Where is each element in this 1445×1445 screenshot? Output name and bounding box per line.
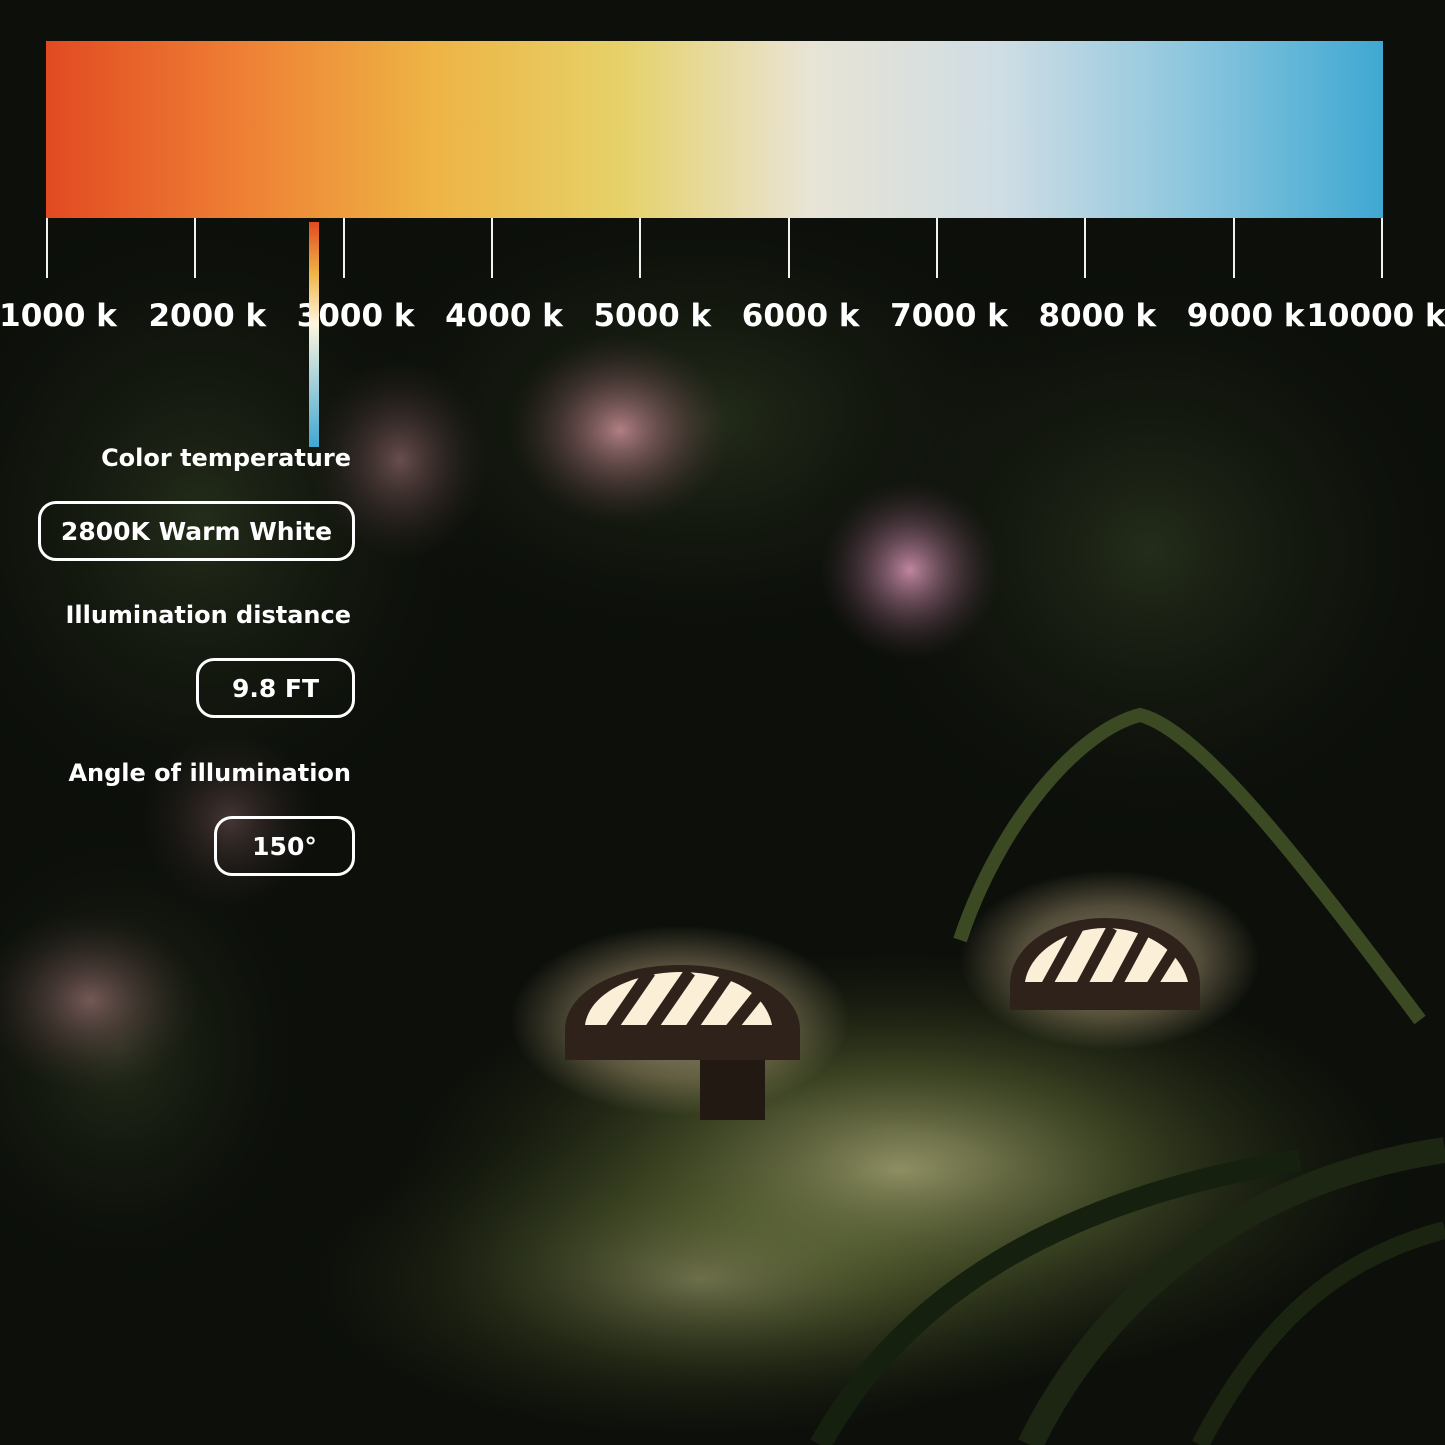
temperature-marker [309,222,319,447]
scale-tick-label: 1000 k [0,298,117,334]
angle-of-illumination-value-box: 150° [214,816,355,876]
scale-tick [639,218,642,278]
angle-of-illumination-label: Angle of illumination [68,759,351,787]
color-temperature-value: 2800K Warm White [60,516,333,546]
scale-tick-label: 6000 k [741,298,860,334]
scale-tick [491,218,493,278]
illumination-distance-label: Illumination distance [65,601,351,629]
illumination-distance-value-box: 9.8 FT [196,658,355,718]
scale-tick [46,218,48,278]
scale-tick [342,218,345,278]
scale-tick-label: 10000 k [1306,298,1445,334]
illumination-distance-value: 9.8 FT [231,673,320,703]
scale-tick-label: 5000 k [593,298,712,334]
scale-tick [787,218,790,278]
scale-tick [194,218,197,278]
scale-tick-label: 4000 k [445,298,563,334]
color-temperature-gradient-bar [46,41,1383,218]
scale-tick-label: 3000 k [296,298,415,334]
scale-tick [1084,218,1087,278]
angle-of-illumination-value: 150° [252,831,317,861]
scale-tick [1232,218,1235,278]
color-temperature-value-box: 2800K Warm White [38,501,355,561]
scale-tick-label: 7000 k [890,298,1008,334]
scale-tick [1381,218,1383,278]
scale-tick-label: 8000 k [1038,298,1157,334]
scale-tick [936,218,938,278]
scale-tick-label: 2000 k [148,298,267,334]
scale-tick-label: 9000 k [1186,298,1305,334]
color-temperature-label: Color temperature [101,444,351,472]
